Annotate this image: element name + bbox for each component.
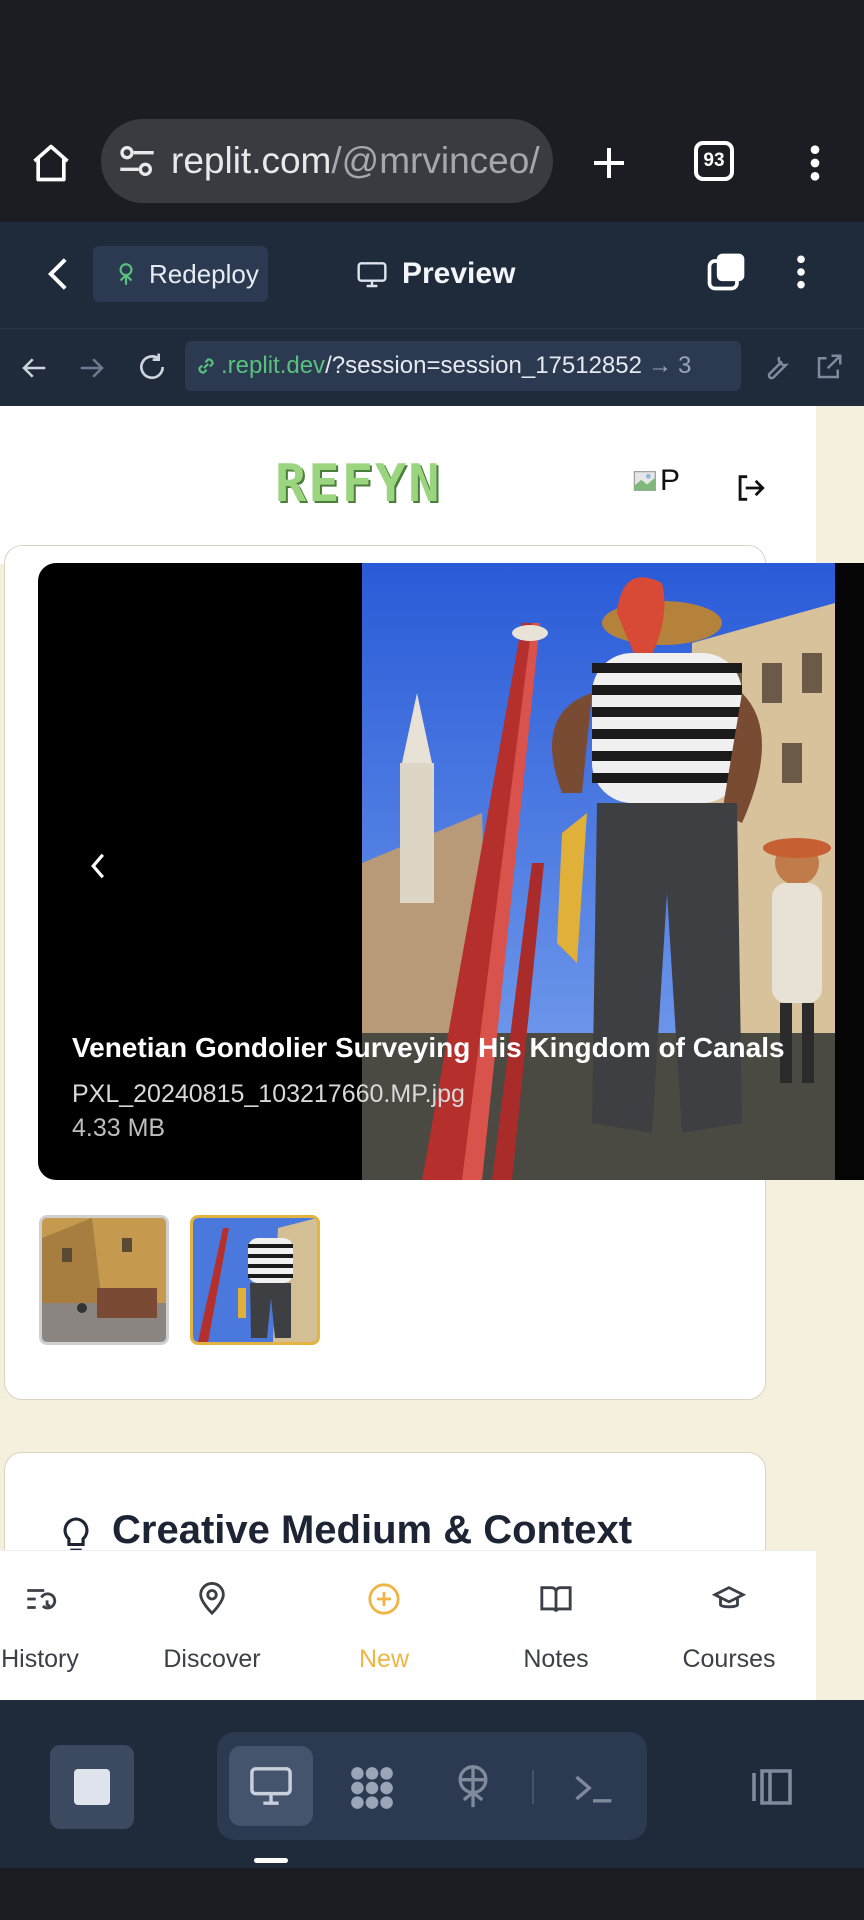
agent-icon[interactable] [346,1762,398,1814]
redeploy-label: Redeploy [149,258,259,289]
site-logo[interactable]: REFYN [275,454,442,514]
book-icon [540,1586,572,1613]
redeploy-button[interactable]: Redeploy [93,246,268,302]
prev-image-icon[interactable] [80,846,116,886]
url-text: replit.com/@mrvinceo/R [171,140,541,181]
nav-notes[interactable]: Notes [481,1582,631,1674]
nav-forward-icon[interactable] [74,350,110,386]
arrow-right-icon: → [647,352,672,379]
more-menu-icon[interactable] [800,138,830,188]
avatar[interactable]: P [632,462,682,500]
terminal-icon[interactable] [568,1764,618,1812]
deployments-icon[interactable] [448,1760,498,1814]
gallery-thumbnail[interactable] [39,1215,169,1345]
graduation-cap-icon [711,1586,747,1609]
new-window-icon[interactable] [704,250,748,294]
image-filesize: 4.33 MB [72,1114,166,1142]
nav-new[interactable]: New [309,1582,459,1674]
reload-icon[interactable] [133,348,171,386]
nav-courses-label: Courses [682,1645,776,1673]
home-indicator [254,1858,288,1863]
viewer-edge [835,563,864,1180]
home-icon[interactable] [28,140,74,186]
plus-circle-icon [368,1583,400,1615]
panel-toggle-icon[interactable] [744,1762,800,1812]
stop-icon [74,1769,110,1805]
nav-history-label: History [1,1645,79,1673]
image-filename: PXL_20240815_103217660.MP.jpg [72,1080,465,1108]
open-external-icon[interactable] [812,350,846,384]
section-title: Creative Medium & Context [112,1508,633,1552]
broken-image-icon [633,471,656,491]
monitor-icon [357,262,387,288]
gallery-thumbnail-selected[interactable] [190,1215,320,1345]
nav-notes-label: Notes [523,1645,589,1673]
nav-back-icon[interactable] [16,350,52,386]
preview-tab[interactable]: Preview [356,246,515,302]
replit-more-icon[interactable] [786,250,816,294]
nav-courses[interactable]: Courses [654,1582,804,1674]
toolbar-divider [532,1770,534,1804]
devtools-wrench-icon[interactable] [759,350,793,384]
logout-icon[interactable] [730,468,770,508]
image-title: Venetian Gondolier Surveying His Kingdom… [72,1032,785,1063]
status-bar [0,0,864,108]
link-icon [198,358,214,374]
nav-history[interactable]: History [0,1582,115,1674]
address-host: .replit.dev [221,352,326,379]
nav-new-label: New [358,1645,409,1673]
webview-address-bar[interactable]: .replit.dev/?session=session_17512852 → 3 [185,341,741,391]
history-icon [27,1589,57,1610]
address-path: /?session=session_17512852 [325,352,642,379]
avatar-alt-text: P [660,464,681,497]
nav-discover-label: Discover [163,1645,261,1673]
map-pin-icon [199,1582,225,1616]
new-tab-icon[interactable] [584,138,634,188]
back-chevron-icon[interactable] [42,252,74,296]
deploy-icon [119,263,133,285]
tab-switcher-button[interactable]: 93 [694,141,734,181]
address-suffix: 3 [677,352,692,379]
preview-label: Preview [402,257,516,290]
system-nav-area [0,1868,864,1920]
nav-discover[interactable]: Discover [137,1582,287,1674]
url-bar[interactable]: replit.com/@mrvinceo/R [101,119,553,203]
stop-button[interactable] [50,1745,134,1829]
site-settings-icon[interactable] [117,141,157,181]
monitor-icon[interactable] [246,1762,296,1810]
